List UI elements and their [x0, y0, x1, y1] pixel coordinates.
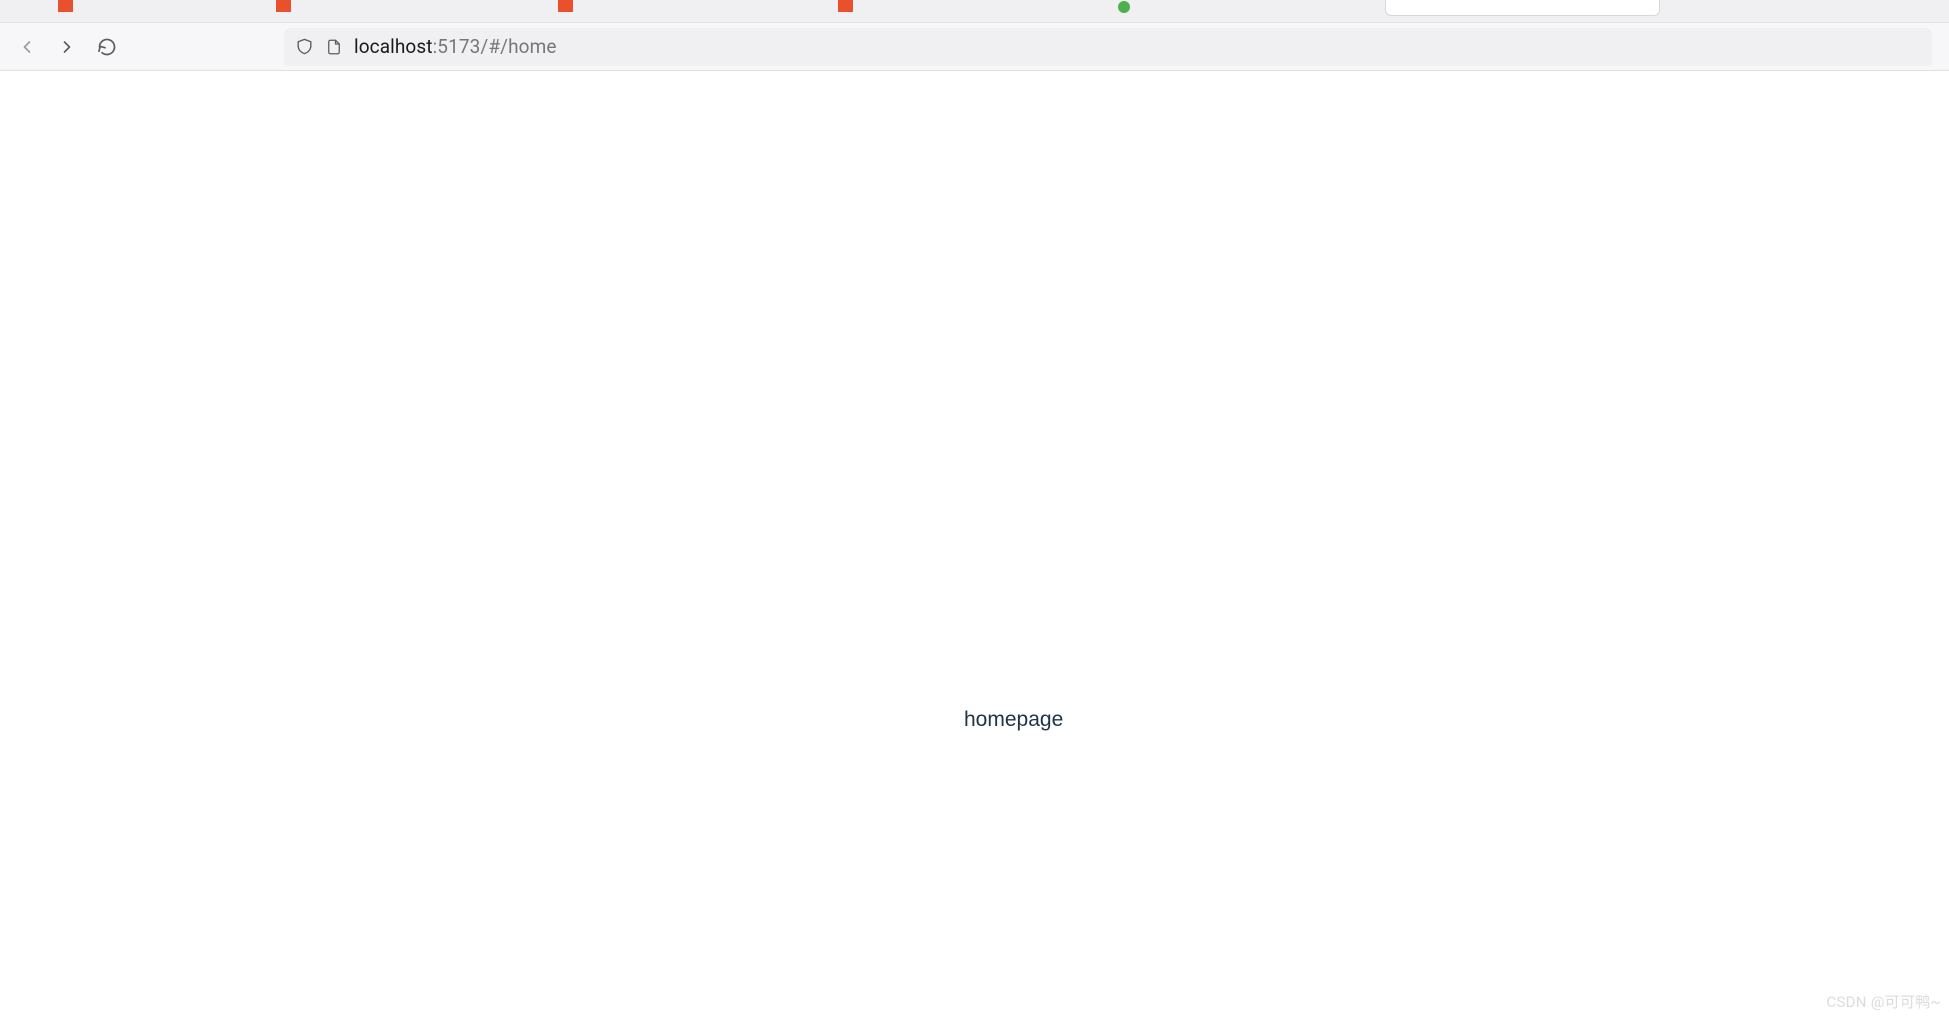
reload-button[interactable] — [91, 31, 123, 63]
homepage-label: homepage — [964, 708, 1063, 732]
tab-favicon-5[interactable] — [1118, 0, 1134, 16]
url-rest: :5173/#/home — [433, 35, 557, 58]
shield-icon[interactable] — [294, 37, 314, 57]
nav-buttons — [5, 31, 129, 63]
page-content: homepage — [0, 72, 1949, 1016]
browser-toolbar: localhost:5173/#/home — [0, 23, 1949, 71]
forward-button[interactable] — [51, 31, 83, 63]
address-bar[interactable]: localhost:5173/#/home — [284, 28, 1932, 66]
active-tab-placeholder[interactable] — [1385, 0, 1660, 16]
forward-arrow-icon — [57, 37, 77, 57]
tab-favicon-2[interactable] — [276, 0, 292, 16]
tab-favicon-4[interactable] — [838, 0, 854, 16]
back-arrow-icon — [17, 37, 37, 57]
tab-favicon-3[interactable] — [558, 0, 574, 16]
reload-icon — [97, 37, 117, 57]
url-host: localhost — [354, 35, 433, 58]
watermark-text: CSDN @可可鸭~ — [1826, 991, 1941, 1012]
tab-favicon-1[interactable] — [58, 0, 74, 16]
back-button[interactable] — [11, 31, 43, 63]
page-icon[interactable] — [324, 37, 344, 57]
url-display: localhost:5173/#/home — [354, 35, 557, 58]
tab-strip — [0, 0, 1949, 23]
